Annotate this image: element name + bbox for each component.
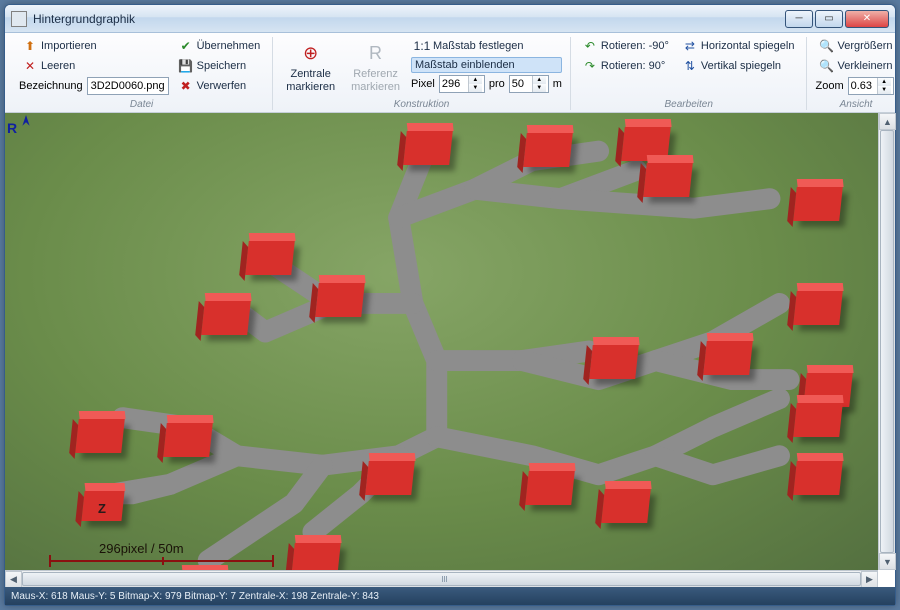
titlebar: Hintergrundgraphik ─ ▭ ✕ (5, 5, 895, 33)
building (793, 187, 843, 221)
building (793, 403, 843, 437)
pixel-spinner[interactable]: ▲▼ (439, 75, 485, 93)
minimize-button[interactable]: ─ (785, 10, 813, 28)
building (315, 283, 365, 317)
building (589, 345, 639, 379)
group-bearbeiten: ↶Rotieren: -90° ↷Rotieren: 90° ⇄Horizont… (571, 37, 808, 110)
discard-icon: ✖ (179, 79, 193, 93)
building (201, 301, 251, 335)
horizontal-mirror-button[interactable]: ⇄Horizontal spiegeln (679, 37, 799, 55)
building (525, 471, 575, 505)
maximize-button[interactable]: ▭ (815, 10, 843, 28)
zentrale-markieren-button[interactable]: ⊕ Zentrale markieren (281, 37, 340, 96)
building (403, 131, 453, 165)
ribbon: ⬆Importieren ✕Leeren Bezeichnung ✔Überne… (5, 33, 895, 113)
zentrale-label: Z (98, 501, 106, 516)
importieren-button[interactable]: ⬆Importieren (19, 37, 169, 55)
group-konstruktion: ⊕ Zentrale markieren R Referenz markiere… (273, 37, 571, 110)
rotate-cw-icon: ↷ (583, 59, 597, 73)
building (365, 461, 415, 495)
save-icon: 💾 (179, 59, 193, 73)
building (703, 341, 753, 375)
target-icon: ⊕ (298, 40, 324, 66)
building (601, 489, 651, 523)
apply-icon: ✔ (179, 39, 193, 53)
zoom-in-button[interactable]: 🔍Vergrößern (815, 37, 896, 55)
rotate-ccw-icon: ↶ (583, 39, 597, 53)
canvas-area: R (5, 113, 895, 570)
building (793, 461, 843, 495)
massstab-festlegen-button[interactable]: 1:1Maßstab festlegen (411, 37, 562, 55)
close-button[interactable]: ✕ (845, 10, 889, 28)
verwerfen-button[interactable]: ✖Verwerfen (175, 77, 265, 95)
building (163, 423, 213, 457)
massstab-einblenden-button[interactable]: Maßstab einblenden (411, 57, 562, 73)
zoom-out-icon: 🔍 (819, 59, 833, 73)
reference-icon: R (363, 40, 389, 66)
window-title: Hintergrundgraphik (33, 12, 785, 26)
building (523, 133, 573, 167)
vertical-mirror-button[interactable]: ⇅Vertikal spiegeln (679, 57, 799, 75)
import-icon: ⬆ (23, 39, 37, 53)
flip-v-icon: ⇅ (683, 59, 697, 73)
scale-set-icon: 1:1 (415, 39, 429, 53)
zoom-in-icon: 🔍 (819, 39, 833, 53)
building (245, 241, 295, 275)
flip-h-icon: ⇄ (683, 39, 697, 53)
status-text: Maus-X: 618 Maus-Y: 5 Bitmap-X: 979 Bitm… (11, 591, 379, 602)
building (643, 163, 693, 197)
building (291, 543, 341, 570)
referenz-markieren-button[interactable]: R Referenz markieren (346, 37, 405, 96)
scale-bar: 296pixel / 50m (49, 541, 274, 562)
zoom-spinner[interactable]: ▲▼ (848, 77, 894, 95)
group-ansicht: 🔍Vergrößern 🔍Verkleinern Zoom ▲▼ Ansicht (807, 37, 900, 110)
scroll-right-icon[interactable]: ▶ (861, 571, 878, 588)
status-bar: Maus-X: 618 Maus-Y: 5 Bitmap-X: 979 Bitm… (5, 587, 895, 605)
leeren-button[interactable]: ✕Leeren (19, 57, 169, 75)
zoom-out-button[interactable]: 🔍Verkleinern (815, 57, 896, 75)
scroll-left-icon[interactable]: ◀ (5, 571, 22, 588)
app-window: Hintergrundgraphik ─ ▭ ✕ ⬆Importieren ✕L… (4, 4, 896, 606)
group-datei: ⬆Importieren ✕Leeren Bezeichnung ✔Überne… (11, 37, 273, 110)
building (793, 291, 843, 325)
uebernehmen-button[interactable]: ✔Übernehmen (175, 37, 265, 55)
speichern-button[interactable]: 💾Speichern (175, 57, 265, 75)
app-icon (11, 11, 27, 27)
map-canvas[interactable]: R (5, 113, 878, 570)
bezeichnung-label: Bezeichnung (19, 80, 83, 92)
building (75, 419, 125, 453)
rotate-plus90-button[interactable]: ↷Rotieren: 90° (579, 57, 673, 75)
scroll-up-icon[interactable]: ▲ (879, 113, 896, 130)
horizontal-scrollbar[interactable]: ◀ ▶ (5, 570, 878, 587)
clear-icon: ✕ (23, 59, 37, 73)
rotate-minus90-button[interactable]: ↶Rotieren: -90° (579, 37, 673, 55)
bezeichnung-input[interactable] (87, 77, 169, 95)
pro-spinner[interactable]: ▲▼ (509, 75, 549, 93)
vertical-scrollbar[interactable]: ▲ ▼ (878, 113, 895, 570)
scroll-down-icon[interactable]: ▼ (879, 553, 896, 570)
